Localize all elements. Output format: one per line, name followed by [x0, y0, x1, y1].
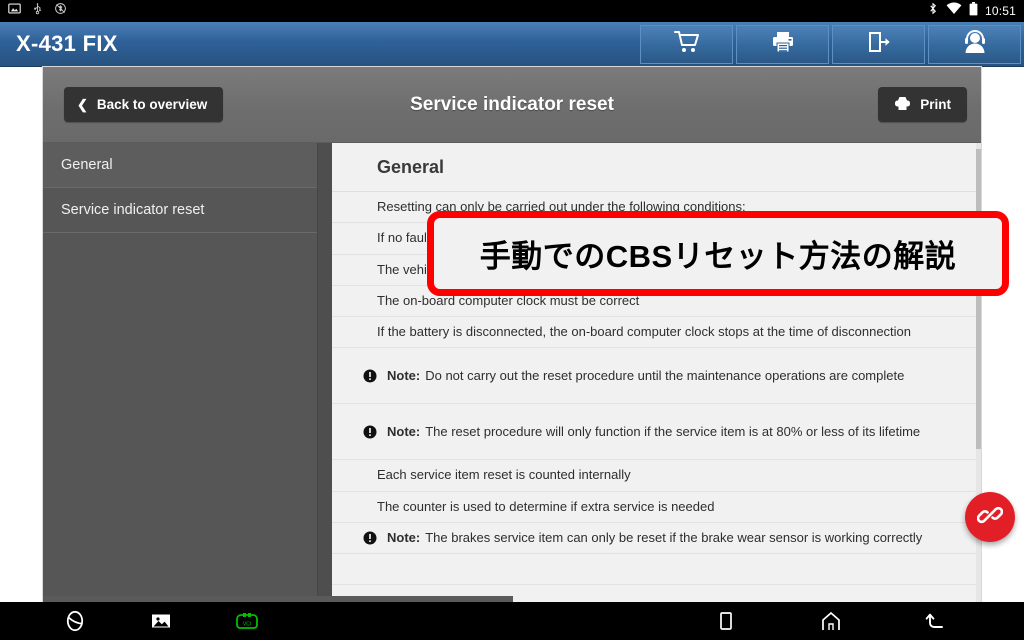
printer-icon	[771, 30, 795, 59]
link-chain-icon	[976, 502, 1004, 533]
status-bar-clock: 10:51	[984, 4, 1016, 18]
list-item-text: If the battery is disconnected, the on-b…	[377, 324, 912, 339]
list-item-note[interactable]: Note: Do not carry out the reset procedu…	[332, 348, 981, 405]
note-label: Note:	[387, 423, 421, 439]
wifi-icon	[946, 2, 962, 20]
exit-icon	[867, 30, 891, 59]
status-bar-right-icons: 10:51	[927, 1, 1016, 21]
diagnostic-window: ❮ Back to overview Service indicator res…	[43, 67, 981, 602]
browser-icon[interactable]	[60, 606, 90, 636]
vci-connector-icon[interactable]: VCI	[232, 606, 262, 636]
back-to-overview-button[interactable]: ❮ Back to overview	[64, 87, 224, 122]
nav-bar-right	[711, 606, 951, 636]
diagnostic-header: ❮ Back to overview Service indicator res…	[43, 67, 981, 143]
gallery-icon[interactable]	[146, 606, 176, 636]
note-label: Note:	[387, 529, 421, 545]
support-button[interactable]	[928, 25, 1021, 64]
screenshot-icon	[8, 2, 21, 20]
nav-content-divider	[318, 143, 332, 602]
note-label: Note:	[387, 367, 421, 383]
usb-icon	[31, 2, 44, 20]
list-item-note[interactable]: Note: The brakes service item can only b…	[332, 523, 981, 554]
app-title-bar: X-431 FIX	[0, 22, 1024, 67]
svg-text:VCI: VCI	[243, 622, 251, 628]
home-icon[interactable]	[816, 606, 846, 636]
nav-bar-left: VCI	[60, 606, 262, 636]
shopping-cart-icon	[673, 30, 700, 59]
list-item-text: Do not carry out the reset procedure unt…	[425, 367, 905, 383]
print-button[interactable]: Print	[878, 87, 967, 122]
connection-fab-button[interactable]	[965, 492, 1015, 542]
list-item-note[interactable]: Note: The reset procedure will only func…	[332, 404, 981, 461]
status-bar-left-icons	[8, 2, 67, 20]
info-exclamation-icon	[362, 530, 378, 546]
info-exclamation-icon	[362, 368, 378, 384]
app-toolbar	[640, 25, 1021, 64]
annotation-callout: 手動でのCBSリセット方法の解説	[427, 211, 1009, 296]
print-toolbar-button[interactable]	[736, 25, 829, 64]
list-item-text: The reset procedure will only function i…	[425, 423, 921, 439]
list-item[interactable]: If the battery is disconnected, the on-b…	[332, 317, 981, 349]
annotation-text: 手動でのCBSリセット方法の解説	[479, 239, 957, 274]
back-icon[interactable]	[921, 606, 951, 636]
battery-icon	[969, 1, 978, 21]
info-exclamation-icon	[362, 424, 378, 440]
list-item-text: Each service item reset is counted inter…	[377, 467, 631, 483]
list-item[interactable]: The counter is used to determine if extr…	[332, 492, 981, 523]
sidebar-item-label: Service indicator reset	[61, 202, 205, 218]
sidebar-item-general[interactable]: General	[43, 143, 317, 188]
cart-button[interactable]	[640, 25, 733, 64]
list-item[interactable]: Each service item reset is counted inter…	[332, 460, 981, 492]
recents-square-icon[interactable]	[711, 606, 741, 636]
exit-button[interactable]	[832, 25, 925, 64]
headset-user-icon	[962, 30, 988, 59]
list-item-partial[interactable]	[332, 554, 981, 585]
screen: 10:51 X-431 FIX ❮ Back to overview Servi…	[0, 0, 1024, 640]
print-button-label: Print	[920, 97, 951, 112]
android-status-bar: 10:51	[0, 0, 1024, 22]
bluetooth-icon	[927, 2, 939, 20]
app-title: X-431 FIX	[16, 31, 118, 56]
app-page: ❮ Back to overview Service indicator res…	[0, 67, 1024, 602]
back-button-label: Back to overview	[96, 97, 208, 112]
chevron-left-icon: ❮	[77, 97, 88, 112]
content-heading: General	[377, 156, 445, 177]
section-nav: General Service indicator reset	[43, 143, 318, 602]
bluetooth-disabled-icon	[54, 2, 67, 20]
android-nav-bar: VCI	[0, 602, 1024, 640]
sidebar-item-label: General	[61, 157, 113, 173]
sidebar-item-service-indicator-reset[interactable]: Service indicator reset	[43, 188, 317, 233]
list-item-text: The counter is used to determine if extr…	[377, 498, 715, 514]
list-item-text: The brakes service item can only be rese…	[425, 529, 923, 545]
printer-small-icon	[894, 96, 911, 114]
scrollbar-thumb[interactable]	[976, 149, 981, 449]
